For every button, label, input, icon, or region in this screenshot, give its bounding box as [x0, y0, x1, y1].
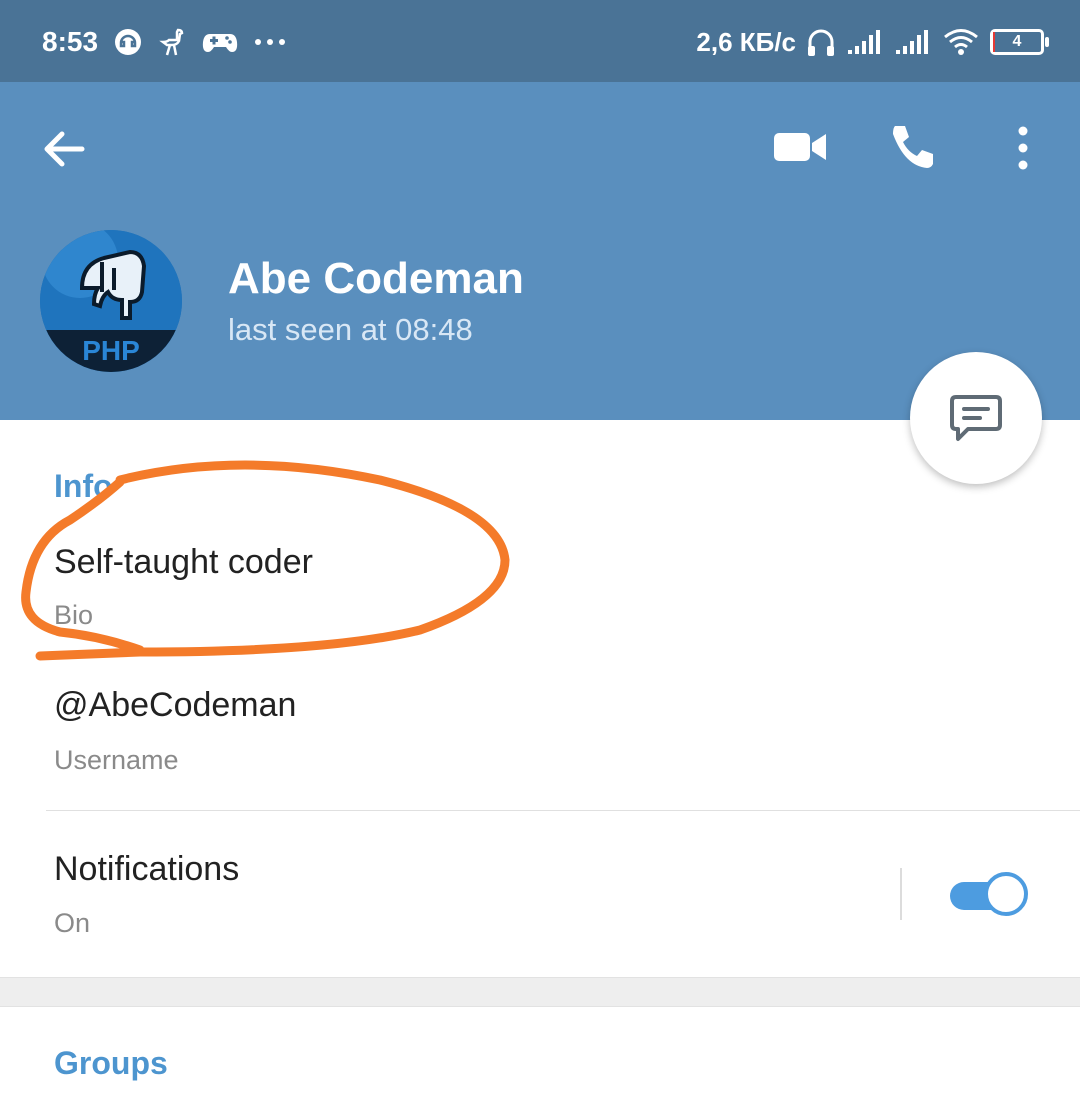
php-elephant-avatar-icon: PHP — [40, 230, 182, 372]
signal-icon — [848, 30, 880, 54]
last-seen-status: last seen at 08:48 — [228, 312, 473, 347]
video-call-icon[interactable] — [770, 126, 830, 168]
username-label: Username — [54, 745, 179, 775]
section-gap — [0, 977, 1080, 1007]
battery-icon: 4 — [990, 29, 1049, 55]
wifi-icon — [944, 29, 978, 55]
avatar[interactable]: PHP — [40, 230, 182, 372]
toggle-separator — [900, 868, 902, 920]
send-message-button[interactable] — [910, 352, 1042, 484]
ostrich-icon — [159, 28, 184, 56]
notifications-label[interactable]: Notifications — [54, 850, 239, 889]
status-indicators: 2,6 КБ/с 4 — [696, 26, 1049, 58]
profile-header: PHP Abe Codeman last seen at 08:48 — [0, 82, 1080, 420]
toggle-knob — [984, 872, 1028, 916]
headset-app-icon — [115, 29, 141, 55]
message-icon — [950, 395, 1002, 441]
status-time: 8:53 — [42, 26, 99, 57]
more-notifications-icon — [255, 39, 285, 45]
gamepad-icon — [202, 34, 238, 52]
divider — [46, 810, 1080, 811]
username-value[interactable]: @AbeCodeman — [54, 686, 296, 725]
info-section-title: Info — [54, 468, 113, 504]
notification-icons — [112, 26, 288, 58]
bio-value[interactable]: Self-taught coder — [54, 543, 313, 582]
notifications-toggle[interactable] — [948, 870, 1030, 920]
more-vert-icon[interactable] — [1008, 124, 1038, 172]
headphones-icon — [808, 29, 834, 56]
network-speed: 2,6 КБ/с — [696, 26, 796, 57]
groups-section-title: Groups — [54, 1045, 168, 1081]
back-arrow-icon[interactable] — [38, 124, 92, 174]
phone-icon[interactable] — [885, 122, 937, 174]
battery-level: 4 — [1012, 33, 1022, 50]
bio-label: Bio — [54, 600, 94, 630]
contact-name: Abe Codeman — [228, 254, 524, 303]
status-bar: 8:53 2,6 КБ/с 4 — [0, 0, 1080, 82]
notifications-state: On — [54, 908, 91, 938]
signal-icon — [896, 30, 928, 54]
svg-text:PHP: PHP — [82, 335, 140, 366]
